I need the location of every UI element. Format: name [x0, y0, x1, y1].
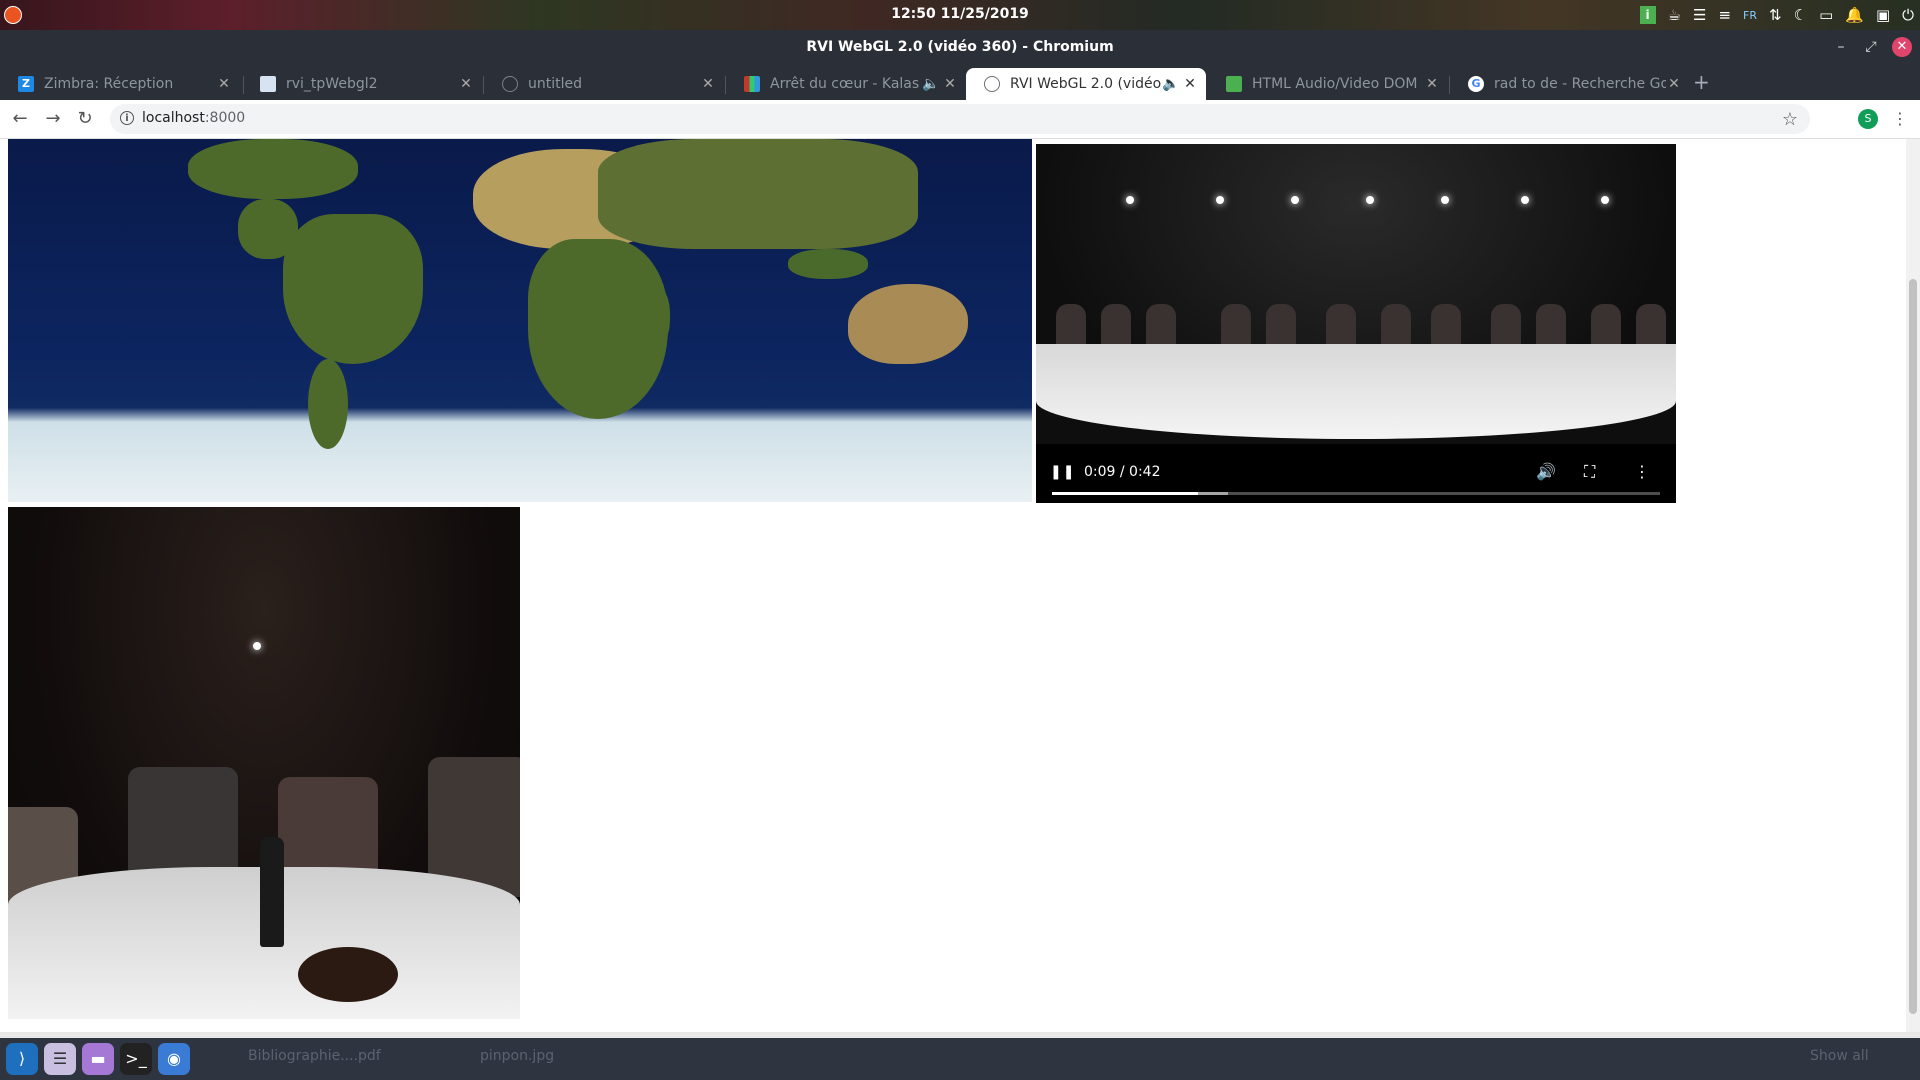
page-content: ❚❚ 0:09 / 0:42 🔊 ⛶ ⋮ — [0, 139, 1920, 1032]
files-icon[interactable]: ▬ — [82, 1043, 114, 1075]
w3schools-favicon-icon — [1226, 76, 1242, 92]
url-text[interactable]: localhost:8000 — [142, 110, 245, 126]
terminal-icon[interactable]: >_ — [120, 1043, 152, 1075]
music-favicon-icon — [744, 76, 760, 92]
video-time: 0:09 / 0:42 — [1084, 464, 1161, 480]
google-favicon-icon: G — [1468, 76, 1484, 92]
video-controls: ❚❚ 0:09 / 0:42 🔊 ⛶ ⋮ — [1036, 444, 1676, 503]
folder-icon[interactable]: ▭ — [1819, 6, 1833, 24]
tab-label: rvi_tpWebgl2 — [286, 76, 378, 92]
earth-texture-image — [8, 139, 1032, 502]
site-info-icon[interactable]: i — [120, 111, 134, 125]
bookmark-star-icon[interactable]: ☆ — [1782, 109, 1798, 130]
taskbar: ⟩ ☰ ▬ >_ ◉ Bibliographie....pdf pinpon.j… — [0, 1038, 1920, 1080]
tab-zimbra[interactable]: Z Zimbra: Réception ✕ — [0, 68, 240, 100]
video-360-player[interactable]: ❚❚ 0:09 / 0:42 🔊 ⛶ ⋮ — [1036, 144, 1676, 503]
video-progress-bar[interactable] — [1052, 492, 1660, 495]
tab-audio-icon[interactable]: 🔈 — [922, 76, 939, 92]
tab-close-icon[interactable]: ✕ — [700, 76, 716, 92]
system-clock[interactable]: 12:50 11/25/2019 — [880, 6, 1040, 22]
coffee-icon[interactable]: ☕ — [1668, 6, 1681, 24]
more-options-icon[interactable]: ⋮ — [1634, 462, 1650, 481]
zimbra-favicon-icon: Z — [18, 76, 34, 92]
tab-close-icon[interactable]: ✕ — [216, 76, 232, 92]
video-progress-fill — [1052, 492, 1198, 495]
profile-avatar[interactable]: S — [1858, 109, 1878, 129]
ubuntu-logo-icon[interactable] — [4, 6, 22, 24]
keyboard-layout-indicator[interactable]: FR — [1743, 9, 1757, 22]
tab-close-icon[interactable]: ✕ — [1182, 76, 1198, 92]
tab-arret-du-coeur[interactable]: Arrêt du cœur - Kalas 🔈 ✕ — [726, 68, 966, 100]
window-icon[interactable]: ▣ — [1876, 6, 1890, 24]
window-title: RVI WebGL 2.0 (vidéo 360) - Chromium — [806, 39, 1114, 55]
tab-close-icon[interactable]: ✕ — [458, 76, 474, 92]
globe-favicon-icon — [984, 76, 1000, 92]
download-item-pdf[interactable]: Bibliographie....pdf — [248, 1048, 381, 1064]
network-icon[interactable]: ⇅ — [1769, 6, 1782, 24]
close-window-button[interactable]: ✕ — [1892, 37, 1912, 57]
video-frame — [1036, 144, 1676, 444]
page-scrollbar[interactable] — [1906, 139, 1920, 1032]
fullscreen-icon[interactable]: ⛶ — [1584, 462, 1595, 482]
settings-icon[interactable]: ☰ — [44, 1043, 76, 1075]
document-favicon-icon — [260, 76, 276, 92]
tab-strip: Z Zimbra: Réception ✕ rvi_tpWebgl2 ✕ unt… — [0, 64, 1920, 100]
download-item-jpg[interactable]: pinpon.jpg — [480, 1048, 554, 1064]
webgl-canvas[interactable] — [8, 507, 520, 1019]
cake — [298, 947, 398, 1002]
info-icon[interactable]: i — [1639, 6, 1656, 24]
tab-rvi-tpwebgl2[interactable]: rvi_tpWebgl2 ✕ — [242, 68, 482, 100]
pause-icon[interactable]: ❚❚ — [1050, 464, 1075, 480]
vscode-icon[interactable]: ⟩ — [6, 1043, 38, 1075]
tab-close-icon[interactable]: ✕ — [942, 76, 958, 92]
maximize-button[interactable]: ⤢ — [1862, 38, 1880, 56]
tab-label: Zimbra: Réception — [44, 76, 174, 92]
scrollbar-thumb[interactable] — [1909, 279, 1917, 1014]
volume-icon[interactable]: 🔊 — [1536, 462, 1556, 481]
reload-icon[interactable]: ↻ — [75, 109, 95, 129]
tab-close-icon[interactable]: ✕ — [1666, 76, 1682, 92]
tab-label: Arrêt du cœur - Kalas — [770, 76, 920, 92]
table-cloth — [1036, 344, 1676, 439]
tab-label: RVI WebGL 2.0 (vidéo 360) — [1010, 76, 1162, 92]
list-icon[interactable]: ☰ — [1693, 6, 1706, 24]
forward-arrow-icon[interactable]: → — [43, 109, 63, 129]
tab-label: untitled — [528, 76, 583, 92]
globe-favicon-icon — [502, 76, 518, 92]
menu-icon[interactable]: ≡ — [1718, 6, 1731, 24]
address-bar[interactable]: i localhost:8000 ☆ — [110, 104, 1810, 134]
browser-toolbar: ← → ↻ i localhost:8000 ☆ S ⋮ — [0, 100, 1920, 139]
browser-menu-icon[interactable]: ⋮ — [1892, 109, 1908, 128]
tab-html-audio-video[interactable]: HTML Audio/Video DOM ✕ — [1208, 68, 1448, 100]
wine-bottle — [260, 837, 284, 947]
tab-audio-icon[interactable]: 🔈 — [1162, 76, 1179, 92]
power-icon[interactable]: ⏻ — [1902, 6, 1914, 24]
night-mode-icon[interactable]: ☾ — [1794, 6, 1807, 24]
system-top-bar: 12:50 11/25/2019 i ☕ ☰ ≡ FR ⇅ ☾ ▭ 🔔 ▣ ⏻ — [0, 0, 1920, 30]
minimize-button[interactable]: – — [1832, 38, 1850, 56]
window-title-bar: RVI WebGL 2.0 (vidéo 360) - Chromium – ⤢… — [0, 30, 1920, 64]
tab-rvi-webgl-active[interactable]: RVI WebGL 2.0 (vidéo 360) 🔈 ✕ — [966, 68, 1206, 100]
new-tab-button[interactable]: + — [1693, 70, 1710, 94]
bell-icon[interactable]: 🔔 — [1845, 6, 1864, 24]
tab-label: HTML Audio/Video DOM — [1252, 76, 1418, 92]
show-all-downloads-button[interactable]: Show all — [1810, 1048, 1869, 1064]
chromium-icon[interactable]: ◉ — [158, 1043, 190, 1075]
back-arrow-icon[interactable]: ← — [10, 109, 30, 129]
tab-untitled[interactable]: untitled ✕ — [484, 68, 724, 100]
tab-google-search[interactable]: G rad to de - Recherche Goo ✕ — [1450, 68, 1690, 100]
system-tray: i ☕ ☰ ≡ FR ⇅ ☾ ▭ 🔔 ▣ ⏻ — [1639, 4, 1914, 26]
tab-label: rad to de - Recherche Goo — [1494, 76, 1666, 92]
tab-close-icon[interactable]: ✕ — [1424, 76, 1440, 92]
